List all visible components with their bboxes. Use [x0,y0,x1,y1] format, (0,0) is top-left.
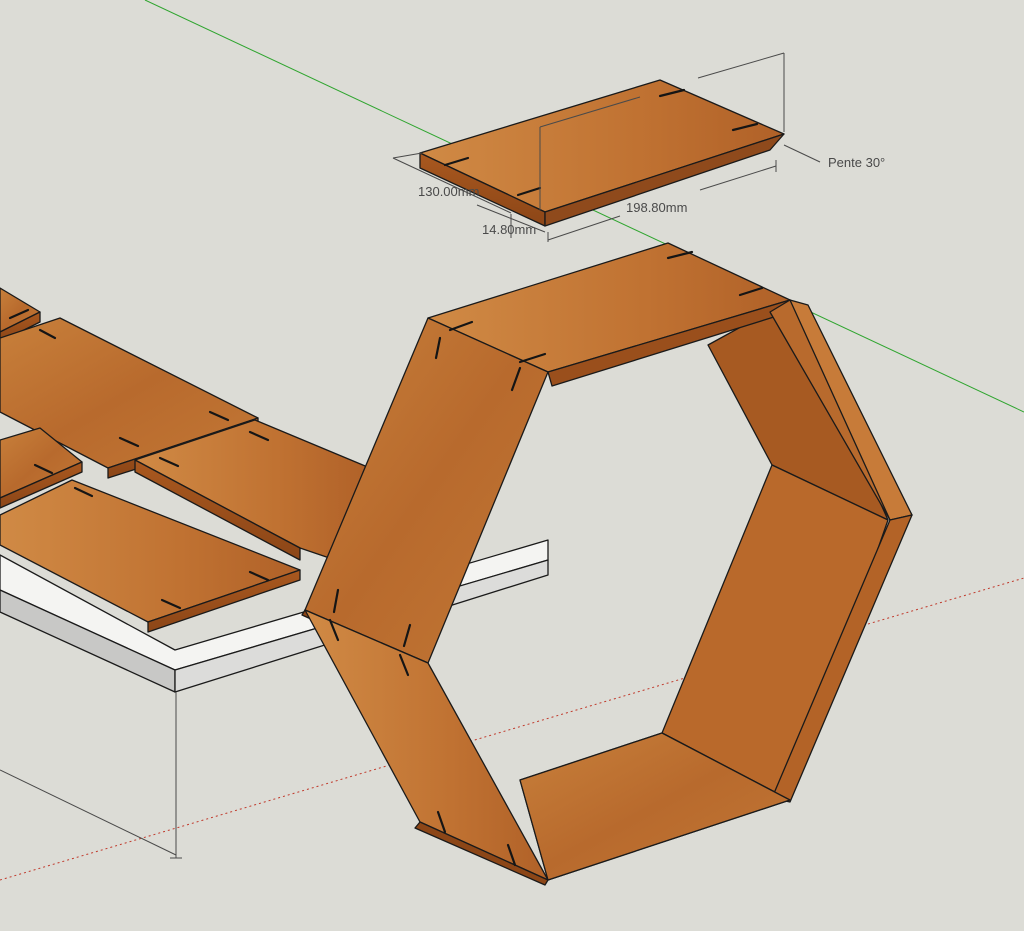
hexagonal-shelf[interactable] [301,242,913,886]
thickness-dimension-label: 14.80mm [482,222,536,237]
width-dimension-label: 130.00mm [418,184,479,199]
guide-line-diagonal [0,769,177,856]
shelf-board[interactable] [419,79,785,227]
modeling-viewport[interactable]: 130.00mm 14.80mm 198.80mm Pente 30° [0,0,1024,931]
length-dimension-label: 198.80mm [626,200,687,215]
stacked-boards[interactable] [0,287,371,633]
slope-label: Pente 30° [828,155,885,170]
